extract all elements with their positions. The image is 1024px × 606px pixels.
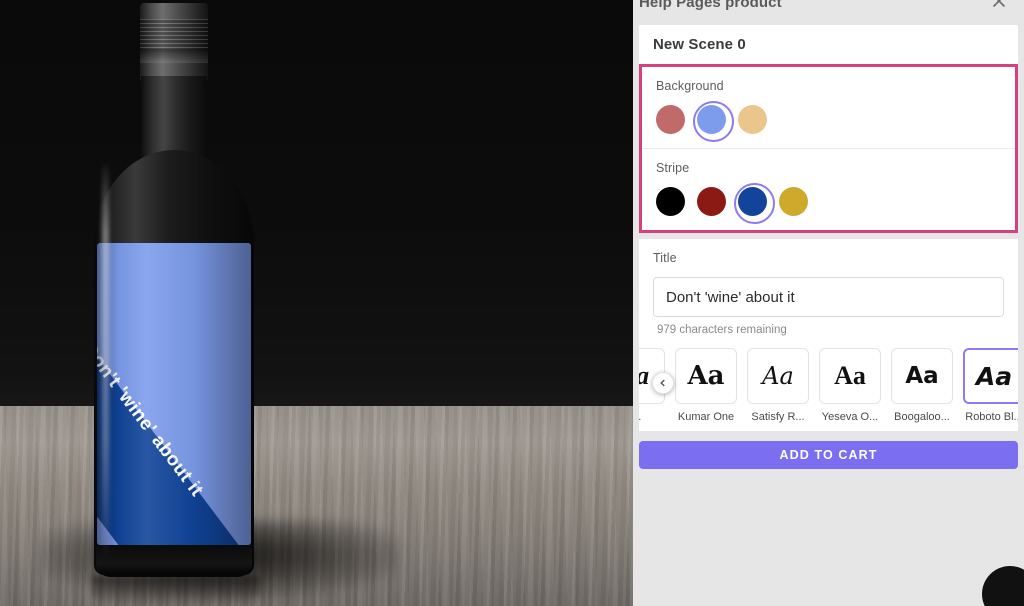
font-name-4: Boogaloo... — [894, 411, 950, 423]
background-swatch-cornflower-blue[interactable] — [693, 101, 734, 142]
font-sample-1: Aa — [675, 348, 737, 404]
background-label: Background — [656, 79, 724, 93]
font-picker: Aa k... Aa Kumar One Aa Satisfy R... Aa Yeseva … — [639, 346, 1018, 431]
font-option-2[interactable]: Aa Satisfy R... — [747, 348, 809, 423]
title-label: Title — [653, 251, 677, 265]
font-name-5: Roboto Bl... — [965, 411, 1018, 423]
font-name-0: k... — [639, 411, 665, 423]
chat-widget-bubble[interactable] — [982, 566, 1024, 606]
stripe-swatch-dark-red[interactable] — [697, 187, 726, 216]
characters-remaining: 979 characters remaining — [657, 324, 787, 336]
bottle-specular-highlight — [102, 160, 109, 560]
configurator-panel: Help Pages product New Scene 0 Backgroun… — [633, 0, 1024, 606]
close-icon[interactable] — [990, 0, 1008, 10]
font-option-4[interactable]: Aa Boogaloo... — [891, 348, 953, 423]
font-carousel[interactable]: Aa k... Aa Kumar One Aa Satisfy R... Aa Yeseva … — [639, 348, 1018, 423]
stripe-swatch-row[interactable] — [656, 183, 1001, 224]
bottle-base — [96, 545, 252, 577]
font-name-1: Kumar One — [677, 411, 735, 423]
stripe-swatch-black[interactable] — [656, 187, 685, 216]
font-option-3[interactable]: Aa Yeseva O... — [819, 348, 881, 423]
panel-title: Help Pages product — [639, 0, 782, 11]
background-swatch-wheat[interactable] — [738, 105, 767, 134]
add-to-cart-button[interactable]: ADD TO CART — [639, 441, 1018, 469]
chevron-left-icon — [660, 379, 665, 387]
font-option-1[interactable]: Aa Kumar One — [675, 348, 737, 423]
font-sample-2: Aa — [747, 348, 809, 404]
background-option-group: Background — [642, 67, 1015, 148]
stripe-label: Stripe — [656, 161, 690, 175]
bottle-floor-reflection — [92, 576, 260, 606]
wine-bottle-model[interactable]: Don't 'wine' about it — [88, 0, 263, 590]
font-sample-4: Aa — [891, 348, 953, 404]
stripe-swatch-goldenrod[interactable] — [779, 187, 808, 216]
scene-header: New Scene 0 — [639, 25, 1018, 64]
product-configurator-app: Don't 'wine' about it Help Pages product… — [0, 0, 1024, 606]
bottle-neck — [141, 76, 207, 160]
carousel-prev-button[interactable] — [652, 372, 674, 394]
font-sample-5: Aa — [963, 348, 1018, 404]
stripe-swatch-navy-blue[interactable] — [734, 183, 775, 224]
product-preview-canvas[interactable]: Don't 'wine' about it — [0, 0, 633, 606]
bottle-foil-capsule — [140, 3, 208, 81]
font-option-5[interactable]: Aa Roboto Bl... — [963, 348, 1018, 423]
background-swatch-row[interactable] — [656, 101, 1001, 142]
title-input[interactable] — [653, 277, 1004, 317]
font-name-2: Satisfy R... — [751, 411, 805, 423]
panel-header: Help Pages product — [633, 0, 1024, 20]
background-swatch-rose[interactable] — [656, 105, 685, 134]
font-name-3: Yeseva O... — [821, 411, 879, 423]
stripe-option-group: Stripe — [642, 148, 1015, 230]
font-sample-3: Aa — [819, 348, 881, 404]
cart-action-area: ADD TO CART — [633, 431, 1024, 469]
scene-name: New Scene 0 — [653, 36, 746, 53]
options-panel-highlighted: Background Stripe — [639, 64, 1018, 233]
bottle-label[interactable]: Don't 'wine' about it — [97, 243, 251, 545]
title-field-group: Title 979 characters remaining — [639, 239, 1018, 346]
